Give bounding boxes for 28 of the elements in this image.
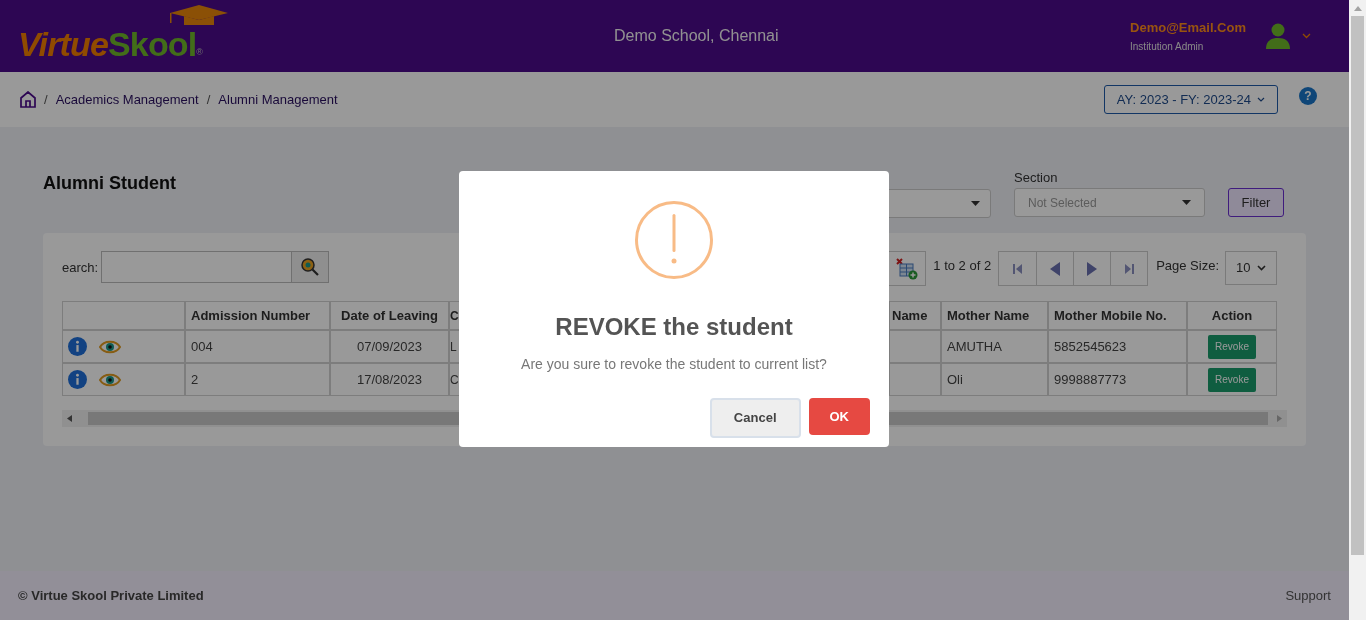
user-email: Demo@Email.Com	[1130, 18, 1246, 37]
column-header: Date of Leaving	[330, 301, 449, 330]
dialog-message: Are you sure to revoke the student to current list?	[521, 355, 827, 374]
school-name: Demo School, Chennai	[614, 26, 779, 46]
page-title: Alumni Student	[43, 172, 176, 195]
table-cell: 5852545623	[1048, 330, 1187, 363]
table-cell: 2	[185, 363, 330, 396]
column-header: Admission Number	[185, 301, 330, 330]
table-cell: 004	[185, 330, 330, 363]
user-role: Institution Admin	[1130, 40, 1205, 55]
table-cell: AMUTHA	[941, 330, 1048, 363]
breadcrumb-separator: /	[44, 90, 48, 109]
dialog-title: REVOKE the student	[555, 312, 793, 342]
section-label: Section	[1014, 170, 1059, 186]
logo: VirtueSkool®	[18, 11, 240, 61]
table-cell: 07/09/2023	[330, 330, 449, 363]
copyright-text: © Virtue Skool Private Limited	[18, 586, 204, 605]
table-cell: 17/08/2023	[330, 363, 449, 396]
page-size-label: Page Size:	[1156, 257, 1219, 275]
breadcrumb-separator: /	[206, 90, 211, 109]
table-cell: 9998887773	[1048, 363, 1187, 396]
column-header: Mother Mobile No.	[1048, 301, 1187, 330]
column-header: Name	[889, 301, 941, 330]
column-header: Mother Name	[941, 301, 1048, 330]
column-header: Action	[1187, 301, 1277, 330]
table-cell: Oli	[941, 363, 1048, 396]
row-count: 1 to 2 of 2	[933, 257, 992, 275]
search-label: earch:	[62, 259, 99, 277]
